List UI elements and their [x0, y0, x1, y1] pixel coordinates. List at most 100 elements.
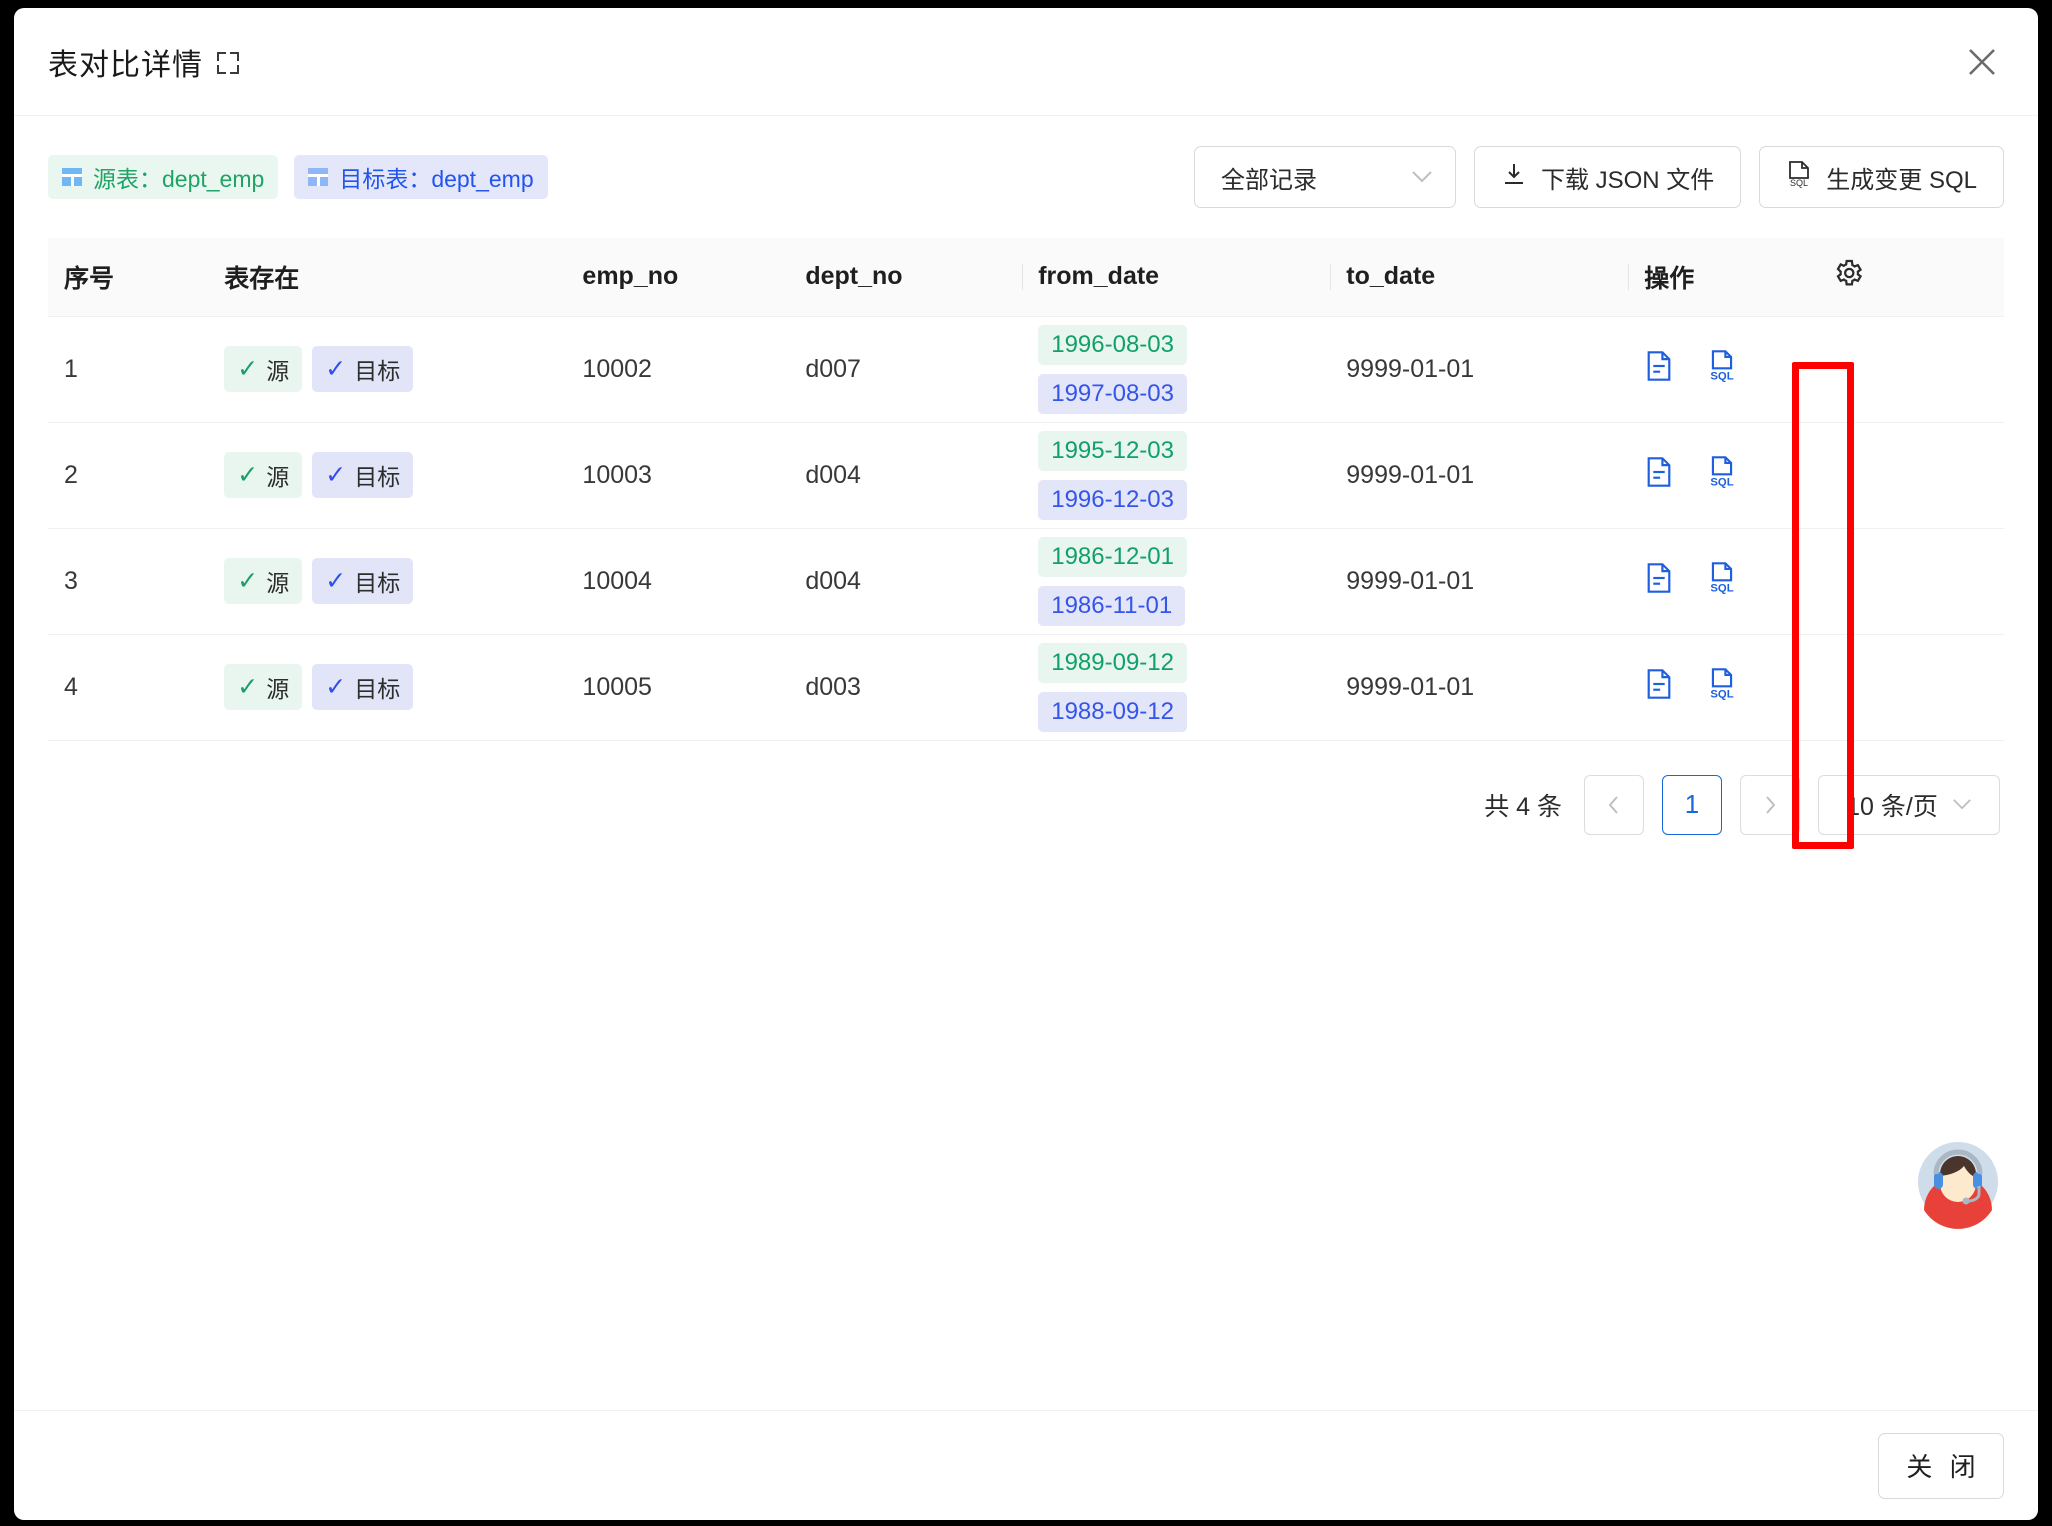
sql-file-icon[interactable]: SQL	[1707, 455, 1737, 496]
svg-text:SQL: SQL	[1711, 582, 1734, 594]
cell-emp-no: 10005	[566, 634, 790, 741]
customer-service-avatar-icon[interactable]	[1910, 1134, 2006, 1230]
close-button[interactable]: 关 闭	[1878, 1432, 2004, 1499]
table-body: 1 ✓ 源 ✓ 目标 10002 d007 1996-08-03 1997-08…	[48, 315, 2004, 741]
cell-index: 4	[48, 634, 209, 741]
dialog-body: 源表：dept_emp 目标表：dept_emp 全部记录 下载 JSON 文件…	[14, 116, 2038, 1410]
record-filter-select[interactable]: 全部记录	[1193, 146, 1456, 208]
exists-tag-target-label: 目标	[354, 358, 401, 384]
sql-file-icon[interactable]: SQL	[1707, 349, 1737, 390]
cell-to-date: 9999-01-01	[1330, 528, 1629, 635]
cell-from-date: 1995-12-03 1996-12-03	[1022, 422, 1331, 529]
exists-tag-target: ✓ 目标	[312, 664, 414, 710]
cell-emp-no: 10003	[566, 422, 790, 529]
from-date-source-value: 1996-08-03	[1038, 324, 1187, 365]
dialog-header: 表对比详情	[14, 8, 2038, 116]
cell-to-date: 9999-01-01	[1330, 422, 1629, 529]
cell-actions: SQL	[1628, 528, 1817, 635]
exists-tag-target-label: 目标	[354, 570, 401, 596]
cell-dept-no: d004	[789, 528, 1023, 635]
column-header-exists: 表存在	[208, 238, 567, 316]
cell-spacer	[1816, 422, 2004, 529]
exists-tag-target: ✓ 目标	[312, 452, 414, 498]
check-icon: ✓	[237, 460, 259, 489]
cell-exists: ✓ 源 ✓ 目标	[208, 315, 567, 423]
check-icon: ✓	[237, 354, 259, 383]
sql-file-icon[interactable]: SQL	[1707, 667, 1737, 708]
source-table-label: 源表：dept_emp	[93, 166, 265, 192]
cell-actions: SQL	[1628, 422, 1817, 529]
toolbar: 源表：dept_emp 目标表：dept_emp 全部记录 下载 JSON 文件…	[48, 116, 2004, 238]
exists-tag-source-label: 源	[266, 464, 290, 490]
column-header-index: 序号	[48, 238, 209, 316]
sql-file-icon[interactable]: SQL	[1707, 561, 1737, 602]
cell-exists: ✓ 源 ✓ 目标	[208, 422, 567, 529]
detail-document-icon[interactable]	[1644, 456, 1674, 495]
check-icon: ✓	[237, 566, 259, 595]
generate-sql-button[interactable]: SQL 生成变更 SQL	[1759, 146, 2004, 208]
column-header-action: 操作	[1628, 238, 1817, 316]
page-size-select[interactable]: 10 条/页	[1818, 774, 2000, 835]
check-icon: ✓	[325, 672, 347, 701]
cell-to-date: 9999-01-01	[1330, 315, 1629, 423]
exists-tag-source: ✓ 源	[224, 346, 303, 392]
detail-document-icon[interactable]	[1644, 350, 1674, 389]
page-title: 表对比详情	[48, 40, 239, 84]
check-icon: ✓	[325, 354, 347, 383]
pagination-total: 共 4 条	[1484, 792, 1562, 821]
dialog-title-text: 表对比详情	[48, 48, 203, 82]
detail-document-icon[interactable]	[1644, 668, 1674, 707]
exists-tag-source: ✓ 源	[224, 664, 303, 710]
table-compare-dialog: 表对比详情 源表：dept_emp 目标表：dept_emp 全部记录 下载 J…	[14, 8, 2038, 1520]
svg-text:SQL: SQL	[1711, 476, 1734, 488]
chevron-down-icon	[1411, 168, 1433, 187]
comparison-table: 序号 表存在 emp_no dept_no from_date to_date …	[48, 238, 2004, 741]
target-table-chip: 目标表：dept_emp	[294, 155, 548, 199]
exists-tag-target: ✓ 目标	[312, 558, 414, 604]
exists-tag-target: ✓ 目标	[312, 346, 414, 392]
check-icon: ✓	[325, 460, 347, 489]
download-json-button[interactable]: 下载 JSON 文件	[1473, 146, 1742, 208]
pagination-next-button[interactable]	[1740, 774, 1800, 835]
from-date-source-value: 1986-12-01	[1038, 536, 1187, 577]
expand-corners-icon[interactable]	[217, 51, 239, 74]
pagination: 共 4 条 1 10 条/页	[48, 741, 2004, 835]
table-row: 3 ✓ 源 ✓ 目标 10004 d004 1986-12-01 1986-11…	[48, 528, 2004, 635]
cell-to-date: 9999-01-01	[1330, 634, 1629, 741]
cell-dept-no: d004	[789, 422, 1023, 529]
from-date-target-value: 1997-08-03	[1038, 373, 1187, 414]
cell-index: 2	[48, 422, 209, 529]
from-date-target-value: 1986-11-01	[1038, 585, 1186, 626]
cell-from-date: 1996-08-03 1997-08-03	[1022, 315, 1331, 423]
check-icon: ✓	[325, 566, 347, 595]
cell-exists: ✓ 源 ✓ 目标	[208, 634, 567, 741]
record-filter-value: 全部记录	[1220, 166, 1317, 194]
cell-spacer	[1816, 634, 2004, 741]
close-icon[interactable]	[1956, 36, 2008, 88]
toolbar-actions: 全部记录 下载 JSON 文件 SQL 生成变更 SQL	[1193, 146, 2004, 208]
gear-icon[interactable]	[1832, 257, 1864, 289]
from-date-target-value: 1988-09-12	[1038, 691, 1187, 732]
table-row: 1 ✓ 源 ✓ 目标 10002 d007 1996-08-03 1997-08…	[48, 315, 2004, 423]
target-table-label: 目标表：dept_emp	[339, 166, 534, 192]
download-json-label: 下载 JSON 文件	[1540, 166, 1715, 194]
cell-index: 3	[48, 528, 209, 635]
table-row: 2 ✓ 源 ✓ 目标 10003 d004 1995-12-03 1996-12…	[48, 422, 2004, 529]
pagination-page-1[interactable]: 1	[1662, 774, 1722, 835]
cell-spacer	[1816, 528, 2004, 635]
exists-tag-target-label: 目标	[354, 464, 401, 490]
source-table-chip: 源表：dept_emp	[48, 155, 279, 199]
exists-tag-target-label: 目标	[354, 676, 401, 702]
exists-tag-source-label: 源	[266, 676, 290, 702]
cell-actions: SQL	[1628, 315, 1817, 423]
cell-from-date: 1989-09-12 1988-09-12	[1022, 634, 1331, 741]
detail-document-icon[interactable]	[1644, 562, 1674, 601]
table-icon	[62, 168, 82, 186]
table-row: 4 ✓ 源 ✓ 目标 10005 d003 1989-09-12 1988-09…	[48, 634, 2004, 741]
column-header-dept-no: dept_no	[789, 238, 1023, 316]
cell-emp-no: 10004	[566, 528, 790, 635]
cell-from-date: 1986-12-01 1986-11-01	[1022, 528, 1331, 635]
pagination-prev-button[interactable]	[1584, 774, 1644, 835]
cell-spacer	[1816, 315, 2004, 423]
column-header-emp-no: emp_no	[566, 238, 790, 316]
